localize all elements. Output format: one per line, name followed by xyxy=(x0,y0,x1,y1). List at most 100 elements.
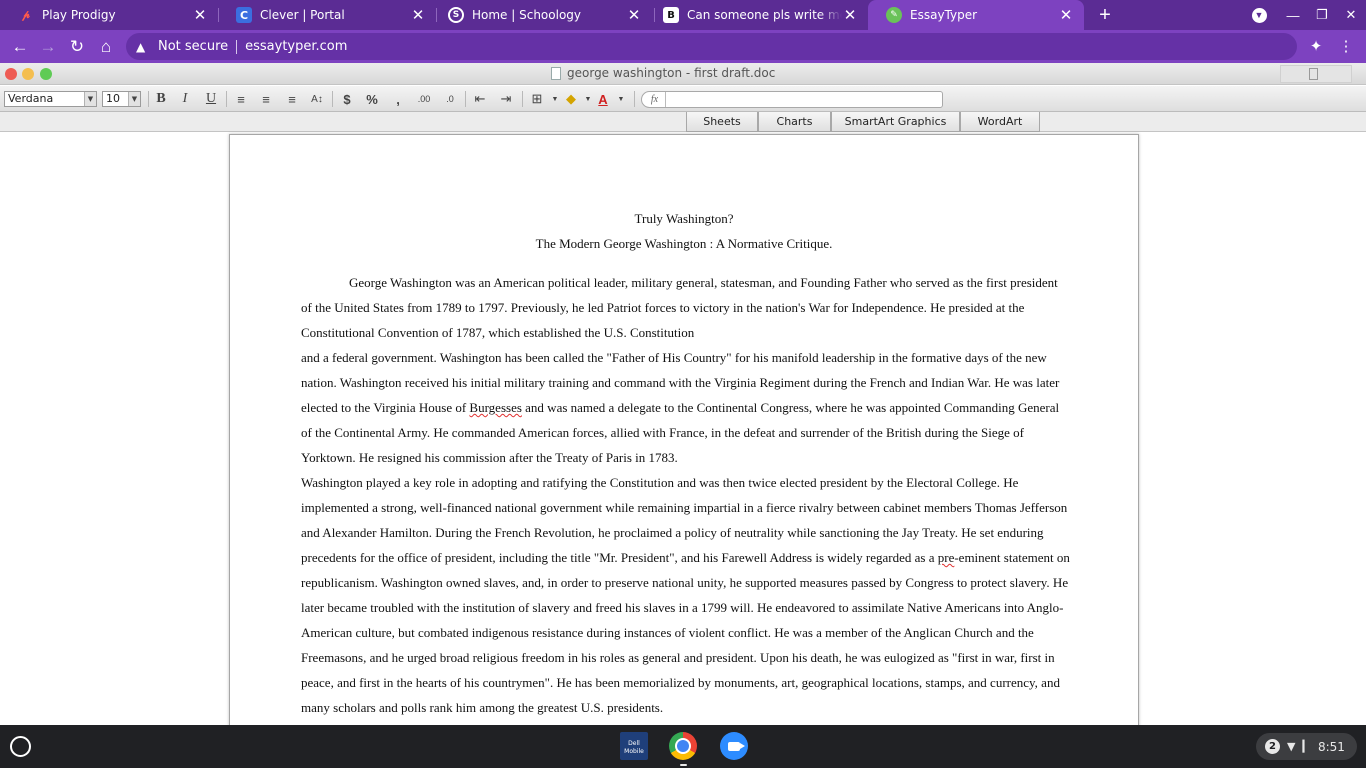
chevron-down-icon: ▼ xyxy=(128,92,140,106)
align-right-icon[interactable]: ≡ xyxy=(282,90,302,108)
font-color-icon[interactable]: A xyxy=(593,90,613,108)
new-tab-button[interactable]: + xyxy=(1094,4,1116,26)
chevron-down-icon: ▼ xyxy=(1251,7,1267,23)
divider xyxy=(522,91,523,107)
comma-icon[interactable]: , xyxy=(388,90,408,108)
font-size-select[interactable]: 10 ▼ xyxy=(102,91,141,107)
document-subtitle[interactable]: The Modern George Washington : A Normati… xyxy=(230,236,1138,252)
outdent-icon[interactable]: ⇤ xyxy=(470,90,490,108)
launcher-button[interactable] xyxy=(10,736,31,757)
tab-search-button[interactable]: ▼ xyxy=(1249,5,1269,25)
chevron-down-icon[interactable]: ▼ xyxy=(611,90,631,108)
document-icon xyxy=(551,66,561,80)
menu-icon[interactable]: ⋮ xyxy=(1335,35,1357,57)
reload-button[interactable]: ↻ xyxy=(65,35,89,59)
increase-decimal-icon[interactable]: .00 xyxy=(414,90,434,108)
home-button[interactable]: ⌂ xyxy=(94,35,118,59)
font-size-value: 10 xyxy=(106,92,120,105)
minimize-button[interactable]: — xyxy=(1283,5,1303,25)
italic-button[interactable]: I xyxy=(175,90,195,108)
font-name-value: Verdana xyxy=(8,92,54,105)
paragraph-intro[interactable]: George Washington was an American politi… xyxy=(301,270,1071,345)
wifi-icon: ▼ xyxy=(1287,740,1296,753)
battery-icon: ▎ xyxy=(1302,740,1311,753)
document-heading[interactable]: Truly Washington? xyxy=(230,211,1138,227)
zoom-app-icon[interactable] xyxy=(720,732,748,760)
divider xyxy=(236,39,238,54)
tab-title: Play Prodigy xyxy=(42,8,116,22)
ribbon-bar: Sheets Charts SmartArt Graphics WordArt xyxy=(0,112,1366,132)
divider xyxy=(465,91,466,107)
close-icon[interactable]: ✕ xyxy=(842,6,858,24)
dell-mobile-connect-app[interactable]: Dell Mobile xyxy=(620,732,648,760)
currency-icon[interactable]: $ xyxy=(337,90,357,108)
close-icon[interactable]: ✕ xyxy=(1058,6,1074,24)
running-indicator xyxy=(680,764,687,766)
formatting-toolbar: Verdana ▼ 10 ▼ B I U ≡ ≡ ≡ A↕ $ % , .00 … xyxy=(0,86,1366,112)
close-icon[interactable]: ✕ xyxy=(192,6,208,24)
tab-clever-portal[interactable]: C Clever | Portal ✕ xyxy=(218,0,436,30)
app-label: Dell Mobile xyxy=(624,740,644,755)
clever-icon: C xyxy=(236,7,252,23)
align-left-icon[interactable]: ≡ xyxy=(231,90,251,108)
zoom-doc-button[interactable] xyxy=(40,68,52,80)
ribbon-tab-wordart[interactable]: WordArt xyxy=(960,112,1040,132)
tab-title: EssayTyper xyxy=(910,8,978,22)
align-center-icon[interactable]: ≡ xyxy=(256,90,276,108)
misspelled-word[interactable]: Burgesses xyxy=(469,400,521,415)
bold-button[interactable]: B xyxy=(151,90,171,108)
schoology-icon: S xyxy=(448,7,464,23)
restore-button[interactable]: ❐ xyxy=(1312,5,1332,25)
minimize-doc-button[interactable] xyxy=(22,68,34,80)
close-window-button[interactable]: ✕ xyxy=(1341,5,1361,25)
close-doc-button[interactable] xyxy=(5,68,17,80)
paragraph-presidency[interactable]: Washington played a key role in adopting… xyxy=(301,470,1071,720)
document-page[interactable]: Truly Washington? The Modern George Wash… xyxy=(229,134,1139,734)
font-name-select[interactable]: Verdana ▼ xyxy=(4,91,97,107)
divider xyxy=(148,91,149,107)
ribbon-tab-sheets[interactable]: Sheets xyxy=(686,112,758,132)
tab-play-prodigy[interactable]: 𝓅 Play Prodigy ✕ xyxy=(0,0,218,30)
camera-icon xyxy=(728,741,745,751)
extensions-icon[interactable]: ✦ xyxy=(1305,35,1327,57)
indent-icon[interactable]: ⇥ xyxy=(496,90,516,108)
os-shelf: Dell Mobile 2 ▼ ▎ 8:51 xyxy=(0,725,1366,768)
ribbon-tab-smartart-graphics[interactable]: SmartArt Graphics xyxy=(831,112,960,132)
chrome-app-icon[interactable] xyxy=(669,732,697,760)
paragraph-military-career[interactable]: and a federal government. Washington has… xyxy=(301,345,1071,470)
tab-essaytyper[interactable]: ✎ EssayTyper ✕ xyxy=(868,0,1084,30)
page-icon xyxy=(1309,68,1318,80)
borders-icon[interactable]: ⊞ xyxy=(527,90,547,108)
text-run: -eminent statement on republicanism. Was… xyxy=(301,550,1070,715)
tab-schoology[interactable]: S Home | Schoology ✕ xyxy=(430,0,652,30)
misspelled-word[interactable]: pre xyxy=(938,550,955,565)
address-bar[interactable]: ▲ Not secure essaytyper.com xyxy=(126,33,1297,60)
decrease-decimal-icon[interactable]: .0 xyxy=(440,90,460,108)
back-button[interactable]: ← xyxy=(8,35,32,59)
underline-button[interactable]: U xyxy=(201,90,221,108)
brainly-icon: B xyxy=(663,7,679,23)
tab-brainly-question[interactable]: B Can someone pls write me a pa ✕ xyxy=(645,0,868,30)
ribbon-tab-charts[interactable]: Charts xyxy=(758,112,831,132)
document-canvas: Truly Washington? The Modern George Wash… xyxy=(0,133,1366,734)
close-icon[interactable]: ✕ xyxy=(410,6,426,24)
document-filename: george washington - first draft.doc xyxy=(567,66,776,80)
prodigy-icon: 𝓅 xyxy=(22,8,30,21)
tab-title: Home | Schoology xyxy=(472,8,582,22)
close-icon[interactable]: ✕ xyxy=(626,6,642,24)
document-body[interactable]: George Washington was an American politi… xyxy=(301,270,1071,720)
tab-title: Clever | Portal xyxy=(260,8,345,22)
url-text[interactable]: essaytyper.com xyxy=(245,39,347,54)
text-direction-icon[interactable]: A↕ xyxy=(307,90,327,108)
document-title-bar: george washington - first draft.doc xyxy=(0,63,1366,85)
percent-icon[interactable]: % xyxy=(362,90,382,108)
notification-count-badge[interactable]: 2 xyxy=(1265,739,1280,754)
function-icon: fx xyxy=(644,92,666,107)
forward-button[interactable]: → xyxy=(36,35,60,59)
warning-icon[interactable]: ▲ xyxy=(136,40,150,54)
browser-toolbar: ← → ↻ ⌂ ▲ Not secure essaytyper.com ✦ ⋮ xyxy=(0,30,1366,63)
formula-input[interactable]: fx xyxy=(641,91,943,108)
toolbar-toggle-button[interactable] xyxy=(1280,65,1352,83)
security-label[interactable]: Not secure xyxy=(158,39,228,54)
status-tray[interactable]: 2 ▼ ▎ 8:51 xyxy=(1256,733,1357,760)
